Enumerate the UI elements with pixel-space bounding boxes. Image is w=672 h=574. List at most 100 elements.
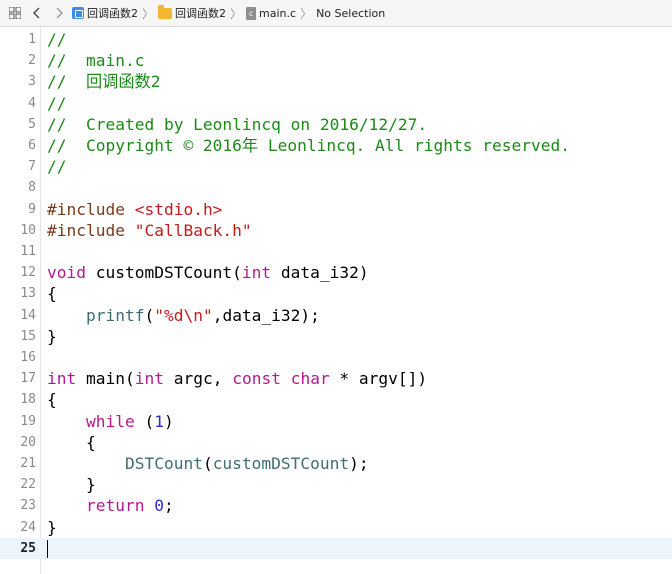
code-token: // main.c	[47, 51, 145, 71]
code-token: (	[144, 305, 155, 325]
code-line[interactable]: 21 DSTCount(customDSTCount);	[0, 453, 672, 474]
code-token: void	[47, 263, 86, 283]
line-number: 11	[20, 244, 36, 260]
jump-bar: 回调函数2 〉 回调函数2 〉 c main.c 〉 No Selection	[0, 0, 672, 27]
code-token: DSTCount	[124, 454, 203, 474]
source-editor[interactable]: 1 // 2 // main.c 3 // 回调函数2 4 // 5 // Created by …	[0, 28, 672, 574]
code-text: while (1)	[47, 411, 174, 432]
code-text: }	[47, 517, 57, 538]
breadcrumb-group[interactable]: 回调函数2	[156, 4, 228, 21]
code-line[interactable]: 20 {	[0, 432, 672, 453]
code-line[interactable]: 6 // Copyright © 2016年 Leonlincq. All rig…	[0, 135, 672, 156]
code-text	[47, 538, 48, 559]
code-text: // Copyright © 2016年 Leonlincq. All righ…	[47, 135, 570, 156]
code-text: // 回调函数2	[47, 71, 160, 92]
code-text: //	[47, 29, 67, 50]
code-token: 0	[154, 496, 164, 516]
line-number: 8	[28, 180, 36, 196]
code-token: #include	[47, 220, 135, 240]
code-line[interactable]: 5 // Created by Leonlincq on 2016/12/27.	[0, 114, 672, 135]
code-text: #include <stdio.h>	[47, 199, 222, 220]
c-file-icon: c	[246, 6, 257, 20]
related-items-grid-icon[interactable]	[4, 2, 26, 24]
code-line[interactable]: 8	[0, 177, 672, 198]
line-number: 19	[20, 413, 36, 429]
code-token: }	[47, 517, 57, 537]
code-token: )	[163, 411, 174, 431]
code-token: ;	[163, 496, 174, 516]
breadcrumb-file-label: main.c	[259, 6, 297, 20]
code-line[interactable]: 13 {	[0, 283, 672, 304]
line-number: 2	[28, 53, 36, 69]
code-token: //	[47, 93, 67, 113]
code-token: printf	[85, 305, 145, 325]
code-line[interactable]: 17 int main(int argc, const char * argv[]…	[0, 368, 672, 389]
code-text: }	[47, 474, 96, 495]
line-number: 12	[20, 265, 36, 281]
breadcrumb-separator-icon: 〉	[142, 6, 155, 21]
code-line[interactable]: 22 }	[0, 474, 672, 495]
code-line[interactable]: 15}	[0, 326, 672, 347]
line-number: 13	[20, 286, 36, 302]
line-number: 6	[28, 138, 36, 154]
code-token: const	[232, 369, 281, 389]
line-number: 23	[20, 498, 36, 514]
code-line[interactable]: 4 //	[0, 93, 672, 114]
breadcrumb-separator-icon: 〉	[230, 6, 243, 21]
code-token: <stdio.h>	[134, 199, 223, 219]
code-text: }	[47, 326, 57, 347]
code-line[interactable]: 23 return 0;	[0, 495, 672, 516]
code-line[interactable]: 14 printf("%d\n",data_i32);	[0, 305, 672, 326]
code-token: char	[290, 369, 330, 389]
folder-icon	[158, 4, 173, 19]
code-line[interactable]: 10 #include "CallBack.h"	[0, 220, 672, 241]
code-token: (	[134, 411, 155, 431]
code-line[interactable]: 11	[0, 241, 672, 262]
code-line[interactable]: 3 // 回调函数2	[0, 71, 672, 92]
code-token: {	[47, 390, 57, 410]
code-token: "%d\n"	[154, 305, 213, 325]
line-number: 22	[20, 477, 36, 493]
line-number: 25	[20, 540, 36, 556]
code-line[interactable]: 1 //	[0, 29, 672, 50]
code-token: {	[47, 432, 96, 452]
code-line[interactable]: 25	[0, 537, 672, 559]
breadcrumb-selection-label: No Selection	[316, 6, 386, 20]
code-token: // Copyright © 2016年 Leonlincq. All righ…	[47, 136, 570, 156]
code-token: 1	[154, 411, 164, 431]
code-token: }	[47, 326, 57, 346]
code-line[interactable]: 2 // main.c	[0, 50, 672, 71]
back-chevron-icon[interactable]	[26, 2, 48, 24]
breadcrumb-project-label: 回调函数2	[87, 7, 138, 20]
code-token: while	[85, 411, 135, 431]
forward-chevron-icon[interactable]	[48, 2, 70, 24]
line-number: 17	[20, 371, 36, 387]
code-line[interactable]: 18 {	[0, 389, 672, 410]
code-token: argc,	[163, 369, 233, 389]
code-text: //	[47, 156, 67, 177]
breadcrumb-project[interactable]: 回调函数2	[70, 5, 140, 21]
code-token: );	[349, 454, 369, 474]
line-number: 9	[28, 201, 36, 217]
code-token: int	[241, 263, 272, 283]
code-line[interactable]: 19 while (1)	[0, 411, 672, 432]
code-text: // main.c	[47, 50, 144, 71]
code-line[interactable]: 12 void customDSTCount(int data_i32)	[0, 262, 672, 283]
breadcrumb-file[interactable]: c main.c	[244, 6, 298, 20]
code-token: * argv[])	[329, 369, 428, 389]
code-token: //	[47, 30, 67, 50]
code-token: customDSTCount(	[85, 263, 242, 283]
text-cursor	[47, 540, 48, 559]
code-line[interactable]: 7 //	[0, 156, 672, 177]
code-line[interactable]: 24}	[0, 517, 672, 538]
code-line[interactable]: 16	[0, 347, 672, 368]
code-line[interactable]: 9 #include <stdio.h>	[0, 199, 672, 220]
code-text: //	[47, 93, 67, 114]
breadcrumb-selection[interactable]: No Selection	[314, 7, 387, 20]
code-token: //	[47, 157, 67, 177]
